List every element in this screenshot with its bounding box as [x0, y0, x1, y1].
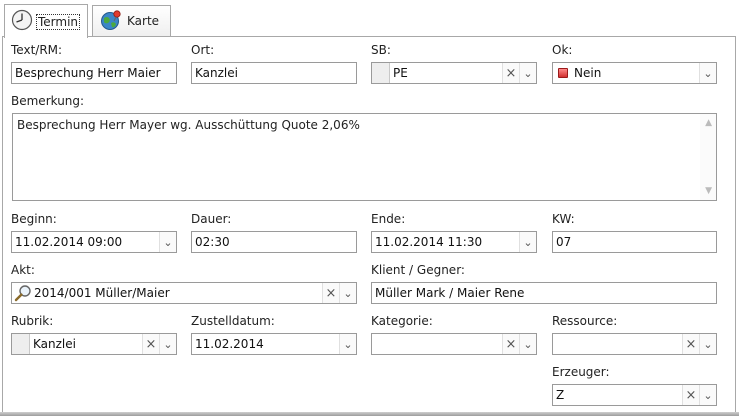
text-rm-input[interactable]: Besprechung Herr Maier — [11, 62, 177, 84]
erzeuger-select[interactable]: Z × ⌄ — [552, 384, 717, 406]
rubrik-label: Rubrik: — [11, 314, 54, 328]
ressource-clear-icon[interactable]: × — [682, 334, 699, 354]
scroll-up-icon[interactable]: ▲ — [705, 118, 712, 128]
globe-icon — [99, 9, 123, 34]
text-rm-value: Besprechung Herr Maier — [15, 66, 161, 80]
ok-dropdown-icon[interactable]: ⌄ — [699, 63, 716, 83]
kw-label: KW: — [552, 212, 575, 226]
akt-value: 2014/001 Müller/Maier — [34, 286, 170, 300]
rubrik-dropdown-icon[interactable]: ⌄ — [159, 334, 176, 354]
dauer-value: 02:30 — [195, 235, 230, 249]
ende-label: Ende: — [371, 212, 406, 226]
akt-clear-icon[interactable]: × — [322, 283, 339, 303]
text-rm-label: Text/RM: — [11, 43, 63, 57]
ressource-label: Ressource: — [552, 314, 618, 328]
beginn-datetime-input[interactable]: 11.02.2014 09:00 ⌄ — [11, 231, 177, 253]
zustelldatum-dropdown-icon[interactable]: ⌄ — [339, 334, 356, 354]
sb-color-swatch — [372, 63, 390, 83]
zustelldatum-value: 11.02.2014 — [195, 337, 264, 351]
tab-termin[interactable]: Termin — [4, 4, 88, 38]
ende-datetime-input[interactable]: 11.02.2014 11:30 ⌄ — [371, 231, 537, 253]
tab-karte-label: Karte — [127, 14, 160, 28]
ende-dropdown-icon[interactable]: ⌄ — [519, 232, 536, 252]
ort-input[interactable]: Kanzlei — [191, 62, 357, 84]
bemerkung-value: Besprechung Herr Mayer wg. Ausschüttung … — [17, 118, 360, 132]
ressource-dropdown-icon[interactable]: ⌄ — [699, 334, 716, 354]
rubrik-color-swatch — [12, 334, 30, 354]
sb-dropdown-icon[interactable]: ⌄ — [519, 63, 536, 83]
ort-value: Kanzlei — [195, 66, 238, 80]
ende-value: 11.02.2014 11:30 — [375, 235, 483, 249]
kategorie-clear-icon[interactable]: × — [502, 334, 519, 354]
zustelldatum-date-input[interactable]: 11.02.2014 ⌄ — [191, 333, 357, 355]
ok-value: Nein — [574, 66, 602, 80]
tab-termin-label: Termin — [35, 13, 81, 30]
termin-panel — [2, 36, 736, 416]
tab-bar: Termin Karte — [0, 0, 739, 38]
akt-dropdown-icon[interactable]: ⌄ — [339, 283, 356, 303]
beginn-label: Beginn: — [11, 212, 57, 226]
bemerkung-label: Bemerkung: — [11, 94, 85, 108]
kategorie-label: Kategorie: — [371, 314, 433, 328]
ok-status-indicator-icon — [558, 68, 568, 78]
kategorie-dropdown-icon[interactable]: ⌄ — [519, 334, 536, 354]
ok-label: Ok: — [552, 43, 573, 57]
akt-select[interactable]: 2014/001 Müller/Maier × ⌄ — [11, 282, 357, 304]
dauer-input[interactable]: 02:30 — [191, 231, 357, 253]
sb-label: SB: — [371, 43, 391, 57]
sb-value: PE — [393, 66, 408, 80]
bemerkung-scrollbar[interactable]: ▲ ▼ — [700, 114, 716, 200]
klient-label: Klient / Gegner: — [371, 263, 465, 277]
kw-value: 07 — [556, 235, 572, 249]
ok-select[interactable]: Nein ⌄ — [552, 62, 717, 84]
ort-label: Ort: — [191, 43, 215, 57]
klient-value: Müller Mark / Maier Rene — [375, 286, 525, 300]
sb-clear-icon[interactable]: × — [502, 63, 519, 83]
rubrik-select[interactable]: Kanzlei × ⌄ — [11, 333, 177, 355]
kw-input[interactable]: 07 — [552, 231, 717, 253]
zustelldatum-label: Zustelldatum: — [191, 314, 275, 328]
akt-label: Akt: — [11, 263, 35, 277]
clock-icon — [11, 9, 33, 34]
beginn-dropdown-icon[interactable]: ⌄ — [159, 232, 176, 252]
rubrik-clear-icon[interactable]: × — [142, 334, 159, 354]
bemerkung-textarea[interactable]: Besprechung Herr Mayer wg. Ausschüttung … — [12, 113, 717, 201]
beginn-value: 11.02.2014 09:00 — [15, 235, 123, 249]
kategorie-select[interactable]: × ⌄ — [371, 333, 537, 355]
erzeuger-label: Erzeuger: — [552, 365, 610, 379]
erzeuger-dropdown-icon[interactable]: ⌄ — [699, 385, 716, 405]
tab-karte[interactable]: Karte — [92, 5, 171, 36]
sb-select[interactable]: PE × ⌄ — [371, 62, 537, 84]
magnifier-icon[interactable] — [14, 284, 32, 302]
window-bottom-edge — [0, 412, 739, 416]
klient-input[interactable]: Müller Mark / Maier Rene — [371, 282, 717, 304]
erzeuger-value: Z — [556, 388, 565, 402]
scroll-down-icon[interactable]: ▼ — [705, 186, 712, 196]
ressource-select[interactable]: × ⌄ — [552, 333, 717, 355]
dauer-label: Dauer: — [191, 212, 232, 226]
rubrik-value: Kanzlei — [33, 337, 76, 351]
erzeuger-clear-icon[interactable]: × — [682, 385, 699, 405]
